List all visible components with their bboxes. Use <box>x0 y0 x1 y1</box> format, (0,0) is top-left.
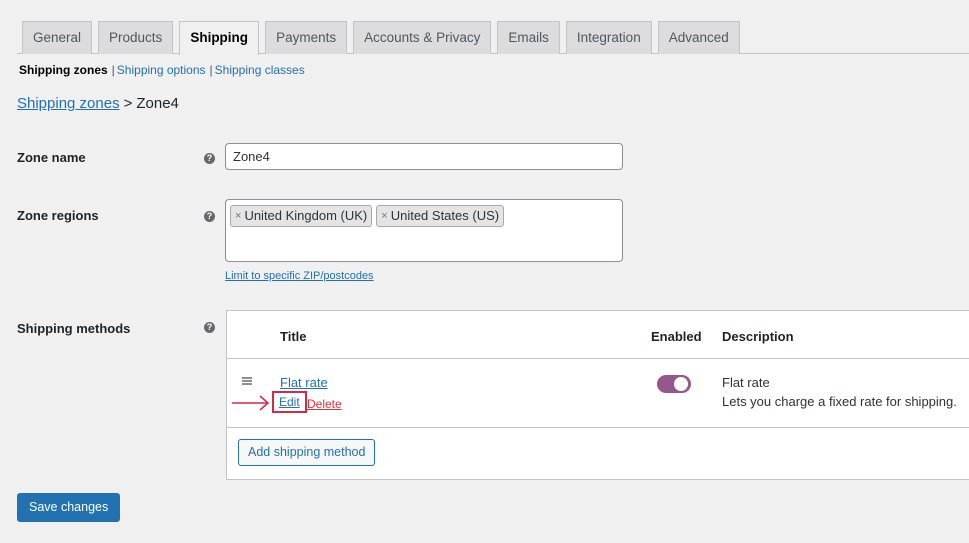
subnav-shipping-classes[interactable]: Shipping classes <box>215 63 305 77</box>
breadcrumb-current: Zone4 <box>136 95 179 112</box>
shipping-methods-label: Shipping methods <box>17 321 131 336</box>
zone-regions-select[interactable]: × United Kingdom (UK) × United States (U… <box>225 199 623 262</box>
zone-regions-label: Zone regions <box>17 208 99 223</box>
tab-general[interactable]: General <box>22 21 93 54</box>
method-description-title: Flat rate <box>722 375 770 390</box>
zone-name-label: Zone name <box>17 150 86 165</box>
breadcrumb-separator: > <box>123 95 133 112</box>
enabled-toggle[interactable] <box>657 375 691 393</box>
remove-icon[interactable]: × <box>235 206 241 226</box>
column-enabled: Enabled <box>651 329 702 344</box>
subnav-shipping-options[interactable]: Shipping options <box>117 63 206 77</box>
help-icon[interactable]: ? <box>204 322 215 333</box>
add-shipping-method-button[interactable]: Add shipping method <box>238 439 376 466</box>
tab-emails[interactable]: Emails <box>497 21 560 54</box>
settings-tabs: General Products Shipping Payments Accou… <box>17 21 969 55</box>
table-header: Title Enabled Description <box>227 311 969 359</box>
subnav-shipping-zones: Shipping zones <box>19 63 108 77</box>
tab-integration[interactable]: Integration <box>565 21 652 54</box>
help-icon[interactable]: ? <box>204 153 215 164</box>
table-row: Flat rate Flat rate Lets you charge a fi… <box>227 359 969 428</box>
help-icon[interactable]: ? <box>204 211 215 222</box>
breadcrumb: Shipping zones > Zone4 <box>17 95 179 112</box>
region-chip-label: United States (US) <box>390 208 500 223</box>
tab-products[interactable]: Products <box>98 21 174 54</box>
zone-name-input[interactable]: Zone4 <box>225 143 623 170</box>
method-description-text: Lets you charge a fixed rate for shippin… <box>722 394 957 409</box>
remove-icon[interactable]: × <box>381 206 387 226</box>
breadcrumb-shipping-zones-link[interactable]: Shipping zones <box>17 95 120 112</box>
tab-advanced[interactable]: Advanced <box>657 21 740 54</box>
subnav-separator: | <box>111 63 115 77</box>
region-chip: × United States (US) <box>376 205 505 227</box>
subnav-separator: | <box>209 63 213 77</box>
edit-method-link[interactable]: Edit <box>272 391 307 413</box>
tab-payments[interactable]: Payments <box>265 21 348 54</box>
column-description: Description <box>722 329 794 344</box>
region-chip: × United Kingdom (UK) <box>230 205 373 227</box>
limit-postcodes-link[interactable]: Limit to specific ZIP/postcodes <box>225 270 374 282</box>
tab-shipping[interactable]: Shipping <box>179 21 260 55</box>
tab-accounts-privacy[interactable]: Accounts & Privacy <box>353 21 492 54</box>
delete-method-link[interactable]: Delete <box>307 397 342 411</box>
shipping-subnav: Shipping zones | Shipping options | Shipping… <box>19 63 305 77</box>
shipping-methods-table: Title Enabled Description Flat rate Flat… <box>226 310 969 480</box>
drag-handle-icon[interactable] <box>242 377 252 385</box>
method-title-link[interactable]: Flat rate <box>280 375 328 390</box>
annotation-arrow-icon <box>232 395 270 411</box>
region-chip-label: United Kingdom (UK) <box>244 208 368 223</box>
column-title: Title <box>280 329 307 344</box>
save-changes-button[interactable]: Save changes <box>17 493 121 522</box>
